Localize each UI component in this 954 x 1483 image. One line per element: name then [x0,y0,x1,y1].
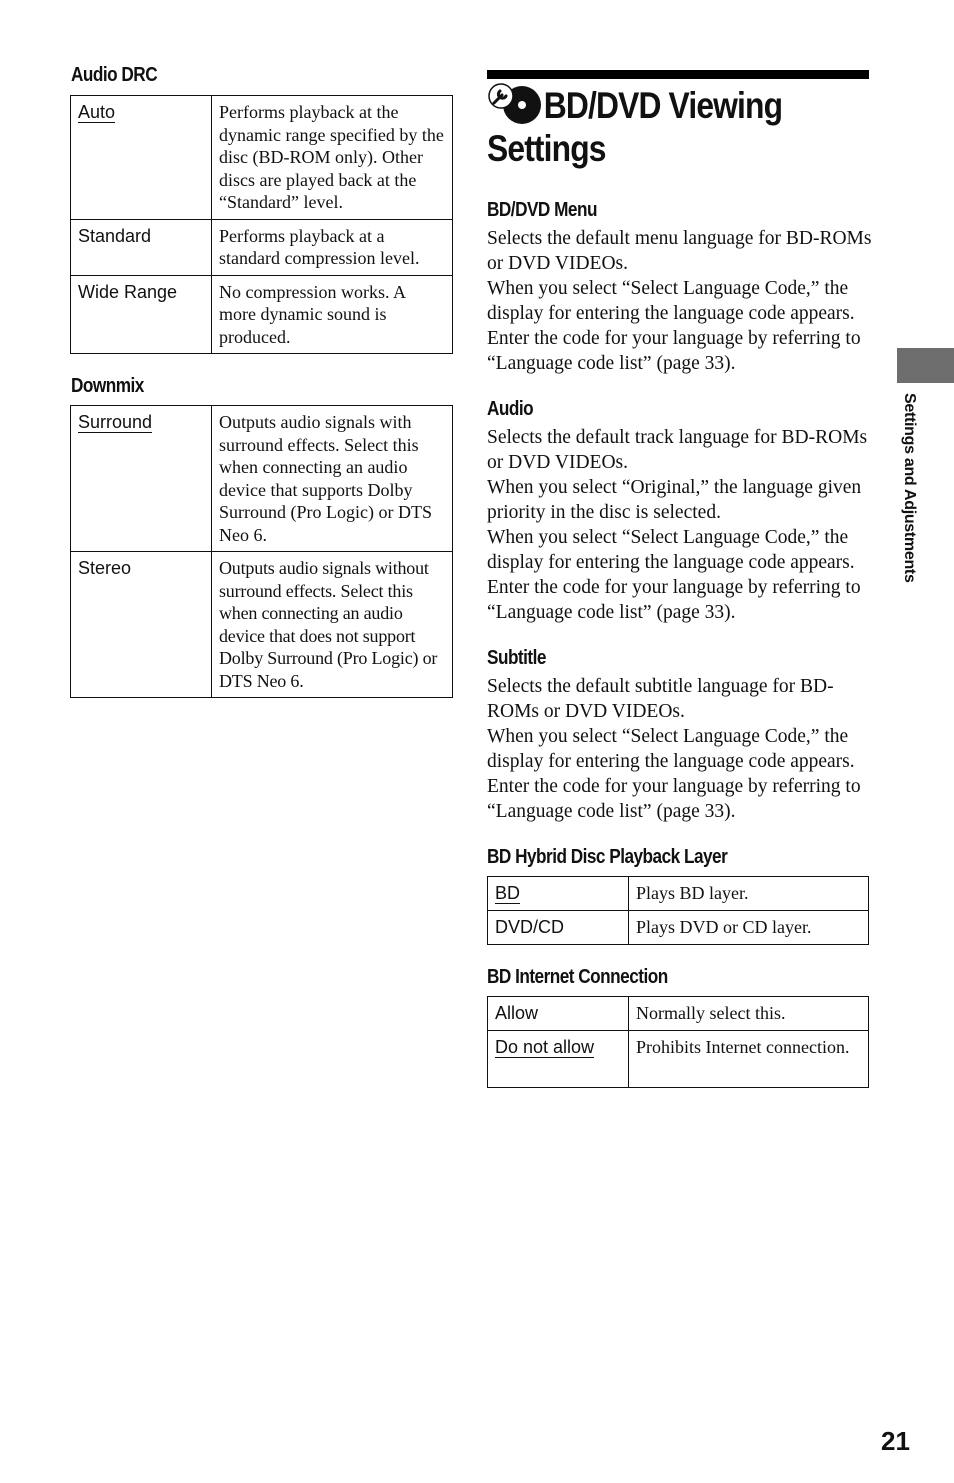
audio-drc-table: Auto Performs playback at the dynamic ra… [70,95,453,354]
table-row: Standard Performs playback at a standard… [70,218,453,276]
option-wide-range: Wide Range [70,274,212,354]
title-rule [487,70,869,79]
table-row: Stereo Outputs audio signals without sur… [70,551,453,698]
table-row: Allow Normally select this. [487,996,869,1031]
option-do-not-allow: Do not allow [495,1036,595,1058]
section-tab-label: Settings and Adjustments [901,393,918,583]
option-description: Prohibits Internet connection. [628,1029,869,1088]
bd-internet-table: Allow Normally select this. Do not allow… [487,996,869,1088]
bd-hybrid-heading: BD Hybrid Disc Playback Layer [487,846,728,868]
option-description: Normally select this. [628,996,869,1031]
subtitle-text: Selects the default subtitle language fo… [487,676,861,822]
option-description: Performs playback at the dynamic range s… [211,95,453,220]
bd-hybrid-table: BD Plays BD layer. DVD/CD Plays DVD or C… [487,876,869,945]
bd-internet-heading: BD Internet Connection [487,966,668,988]
option-description: Outputs audio signals with surround effe… [211,405,453,552]
option-surround: Surround [78,412,153,433]
option-description: Outputs audio signals without surround e… [211,551,453,698]
option-bd: BD [495,883,521,904]
option-allow: Allow [487,996,629,1031]
audio-text: Selects the default track language for B… [487,427,868,623]
option-description: Plays BD layer. [628,876,869,911]
audio-heading: Audio [487,398,534,420]
option-stereo: Stereo [70,551,212,698]
page-title: BD/DVD Viewing Settings [487,85,783,169]
table-row: BD Plays BD layer. [487,876,869,911]
page-number: 21 [881,1426,910,1456]
table-row: Surround Outputs audio signals with surr… [70,405,453,552]
option-description: No compression works. A more dynamic sou… [211,274,453,354]
option-dvd-cd: DVD/CD [487,910,629,945]
downmix-heading: Downmix [71,375,144,397]
section-tab-marker [897,348,954,383]
option-description: Plays DVD or CD layer. [628,910,869,945]
bd-dvd-menu-heading: BD/DVD Menu [487,199,597,221]
downmix-table: Surround Outputs audio signals with surr… [70,405,453,698]
option-description: Performs playback at a standard compress… [211,218,453,276]
table-row: Wide Range No compression works. A more … [70,274,453,354]
table-row: DVD/CD Plays DVD or CD layer. [487,910,869,945]
option-standard: Standard [70,218,212,276]
table-row: Auto Performs playback at the dynamic ra… [70,95,453,220]
subtitle-heading: Subtitle [487,647,546,669]
option-auto: Auto [78,102,116,123]
audio-drc-heading: Audio DRC [71,64,158,86]
bd-dvd-menu-text: Selects the default menu language for BD… [487,228,872,374]
table-row: Do not allow Prohibits Internet connecti… [487,1029,869,1088]
